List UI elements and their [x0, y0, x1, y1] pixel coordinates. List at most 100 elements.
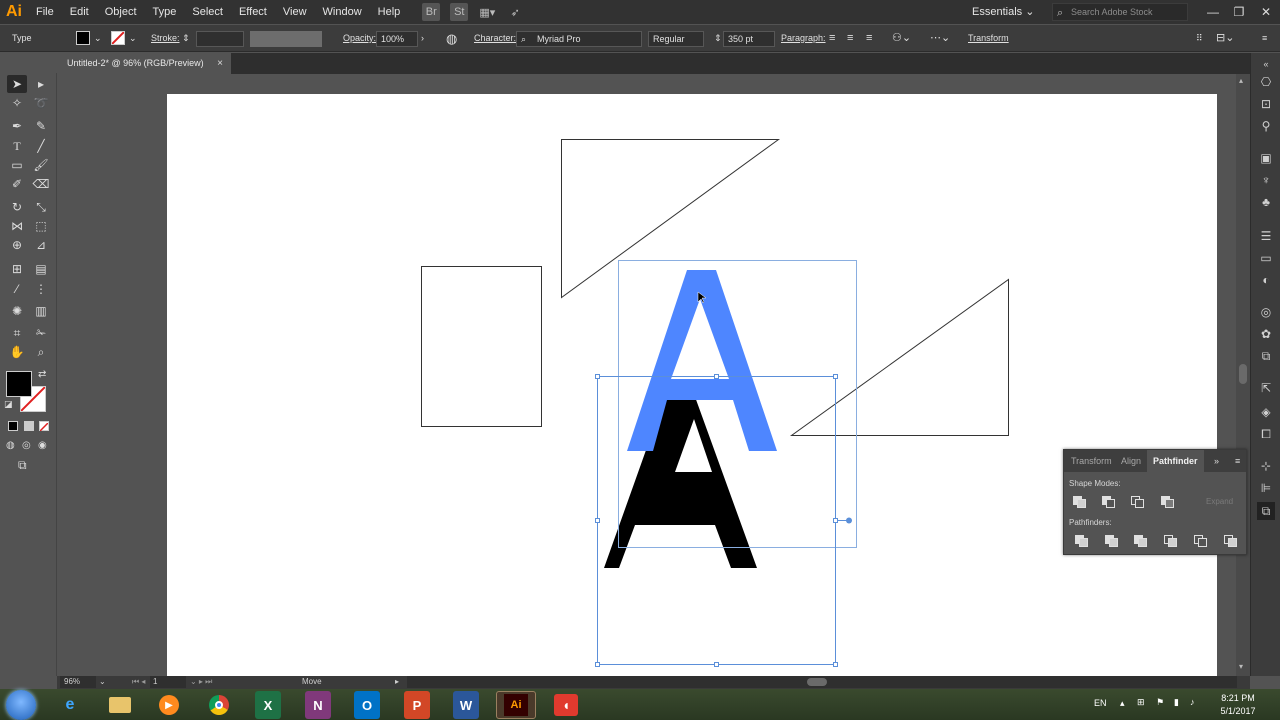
- slice-tool-icon[interactable]: ✁: [31, 324, 51, 342]
- libraries-icon[interactable]: ⊡: [1257, 95, 1275, 113]
- opacity-label[interactable]: Opacity:: [343, 25, 376, 52]
- fill-dropdown-icon[interactable]: ⌄: [94, 25, 102, 52]
- font-size-stepper-icon[interactable]: ⇕: [714, 25, 722, 52]
- scroll-down-icon[interactable]: ▾: [1239, 662, 1243, 671]
- stroke-swatch[interactable]: [111, 31, 125, 45]
- gradient-mode-icon[interactable]: [24, 421, 34, 431]
- artboards-icon[interactable]: ⧠: [1257, 425, 1275, 443]
- gpu-performance-icon[interactable]: ➶: [506, 3, 524, 21]
- stroke-label[interactable]: Stroke:: [151, 25, 180, 52]
- artboard-number-field[interactable]: 1: [150, 676, 186, 688]
- align-left-icon[interactable]: ≡: [829, 25, 835, 52]
- stock-search-input[interactable]: ⌕ Search Adobe Stock: [1052, 3, 1188, 21]
- gradient-tool-icon[interactable]: ▤: [31, 260, 51, 278]
- workspace-switcher[interactable]: Essentials ⌄: [972, 3, 1034, 21]
- symbols-icon[interactable]: ♣: [1257, 193, 1275, 211]
- menu-view[interactable]: View: [275, 0, 315, 24]
- hand-tool-icon[interactable]: ✋: [7, 343, 27, 361]
- artboard-tool-icon[interactable]: ⌗: [7, 324, 27, 342]
- menu-window[interactable]: Window: [315, 0, 370, 24]
- menu-file[interactable]: File: [28, 0, 62, 24]
- outline-button[interactable]: [1193, 534, 1209, 548]
- paragraph-label[interactable]: Paragraph:: [781, 25, 826, 52]
- merge-button[interactable]: [1133, 534, 1149, 548]
- fill-color-swatch[interactable]: [6, 371, 32, 397]
- line-tool-icon[interactable]: ╱: [31, 137, 51, 155]
- shape-builder-tool-icon[interactable]: ⊕: [7, 236, 27, 254]
- outlook-icon[interactable]: O: [354, 691, 380, 719]
- puppet-warp-icon[interactable]: ⚇⌄: [892, 25, 911, 52]
- transparency-icon[interactable]: ◐: [1257, 271, 1275, 289]
- menu-select[interactable]: Select: [184, 0, 231, 24]
- expand-button[interactable]: Expand: [1206, 497, 1233, 506]
- document-tab[interactable]: Untitled-2* @ 96% (RGB/Preview) ×: [57, 53, 231, 74]
- variable-width-profile[interactable]: [250, 31, 322, 47]
- zoom-tool-icon[interactable]: ⌕: [31, 343, 51, 361]
- character-label[interactable]: Character:: [474, 25, 516, 52]
- language-indicator[interactable]: EN: [1094, 698, 1107, 708]
- selection-tool-icon[interactable]: ➤: [7, 75, 27, 93]
- swap-colors-icon[interactable]: ⇄: [38, 369, 46, 380]
- font-size-field[interactable]: 350 pt: [723, 31, 775, 47]
- collapse-panel-icon[interactable]: »: [1214, 450, 1219, 472]
- rectangle-tool-icon[interactable]: ▭: [7, 156, 27, 174]
- flag-icon[interactable]: ⚑: [1156, 697, 1164, 708]
- export-icon[interactable]: ⇱: [1257, 379, 1275, 397]
- text-thread-point[interactable]: [846, 517, 852, 524]
- volume-icon[interactable]: ♪: [1190, 697, 1195, 707]
- powerpoint-icon[interactable]: P: [404, 691, 430, 719]
- paintbrush-tool-icon[interactable]: 🖌: [31, 156, 51, 174]
- none-mode-icon[interactable]: [39, 421, 49, 432]
- brushes-icon[interactable]: ♆: [1257, 171, 1275, 189]
- artboard-prev-icon[interactable]: ⏮ ◂: [132, 676, 145, 688]
- eyedropper-tool-icon[interactable]: ⁄: [7, 280, 27, 298]
- align-panel-icon[interactable]: ⊫: [1257, 479, 1275, 497]
- opacity-arrow-icon[interactable]: ›: [421, 25, 424, 52]
- stroke-dropdown-icon[interactable]: ⌄: [129, 25, 137, 52]
- network-icon[interactable]: ⊞: [1137, 697, 1145, 708]
- appearance-icon[interactable]: ◎: [1257, 303, 1275, 321]
- app-red-icon[interactable]: ◖: [546, 691, 586, 719]
- file-explorer-icon[interactable]: [100, 691, 140, 719]
- transform-panel-icon[interactable]: ⊹: [1257, 457, 1275, 475]
- stock-icon[interactable]: St: [450, 3, 469, 21]
- column-graph-tool-icon[interactable]: ▥: [31, 302, 51, 320]
- scroll-up-icon[interactable]: ▴: [1239, 76, 1243, 85]
- black-letter-a[interactable]: [604, 394, 757, 568]
- excel-icon[interactable]: X: [255, 691, 281, 719]
- unite-button[interactable]: [1072, 495, 1088, 509]
- transform-label[interactable]: Transform: [968, 25, 1009, 52]
- word-icon[interactable]: W: [453, 691, 479, 719]
- horizontal-scrollbar[interactable]: [407, 676, 1237, 688]
- zoom-field[interactable]: 96%: [60, 676, 96, 688]
- panel-options-icon[interactable]: ⊟⌄: [1216, 25, 1234, 52]
- direct-selection-tool-icon[interactable]: ▸: [31, 75, 51, 93]
- menu-object[interactable]: Object: [97, 0, 145, 24]
- intersect-button[interactable]: [1130, 495, 1146, 509]
- zoom-dropdown-icon[interactable]: ⌄: [99, 676, 106, 688]
- properties-icon[interactable]: ⎔: [1257, 73, 1275, 91]
- triangle-shape-right[interactable]: [789, 278, 1009, 436]
- stroke-panel-icon[interactable]: ☰: [1257, 227, 1275, 245]
- horizontal-scroll-thumb[interactable]: [807, 678, 827, 686]
- blend-tool-icon[interactable]: ⋮: [31, 280, 51, 298]
- media-player-icon[interactable]: ▶: [149, 691, 189, 719]
- type-tool-icon[interactable]: T: [7, 137, 27, 155]
- shaper-tool-icon[interactable]: ✐: [7, 175, 27, 193]
- align-right-icon[interactable]: ≡: [866, 25, 872, 52]
- rectangle-shape[interactable]: [421, 266, 542, 427]
- scale-tool-icon[interactable]: ⤡: [31, 198, 51, 216]
- stroke-stepper-icon[interactable]: ⇕: [182, 25, 190, 52]
- free-transform-tool-icon[interactable]: ⬚: [31, 217, 51, 235]
- graphic-styles-icon[interactable]: ✿: [1257, 325, 1275, 343]
- stroke-weight-field[interactable]: [196, 31, 244, 47]
- trim-button[interactable]: [1104, 534, 1120, 548]
- eraser-tool-icon[interactable]: ⌫: [31, 175, 51, 193]
- bridge-icon[interactable]: Br: [422, 3, 441, 21]
- font-family-field[interactable]: ⌕ Myriad Pro: [516, 31, 642, 47]
- recolor-artwork-icon[interactable]: ◍: [446, 25, 457, 52]
- pathfinder-panel-icon[interactable]: ⧉: [1257, 502, 1275, 520]
- divide-button[interactable]: [1074, 534, 1090, 548]
- width-tool-icon[interactable]: ⋈: [7, 217, 27, 235]
- arrange-documents-icon[interactable]: ▦▾: [478, 3, 496, 21]
